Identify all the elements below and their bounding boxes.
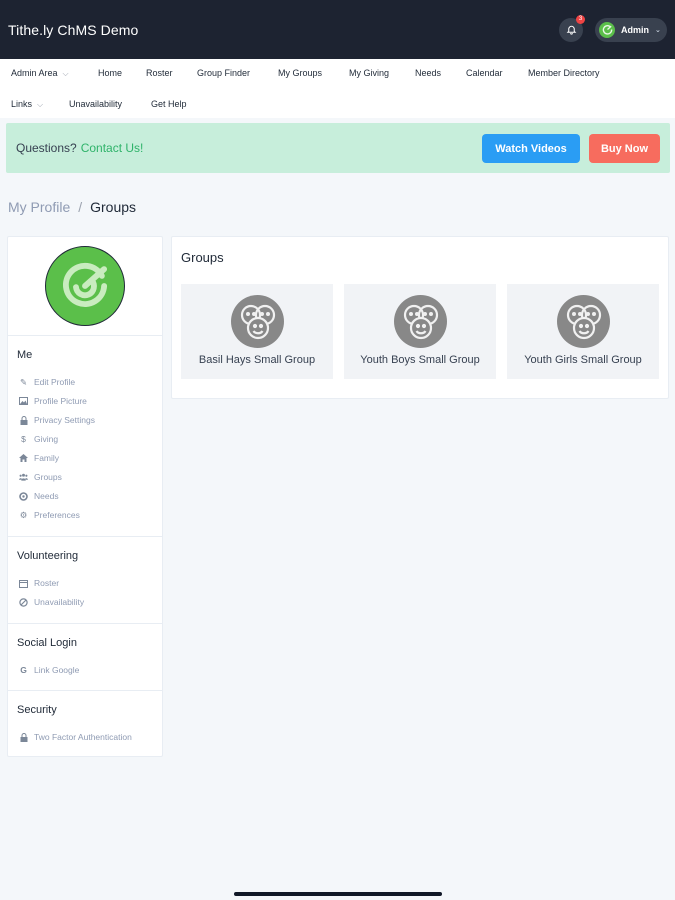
buy-now-button[interactable]: Buy Now bbox=[589, 134, 660, 163]
sidebar-heading-social-login: Social Login bbox=[17, 637, 77, 649]
nav-roster[interactable]: Roster bbox=[146, 68, 173, 78]
nav-unavailability[interactable]: Unavailability bbox=[69, 99, 122, 109]
sidebar-heading-me: Me bbox=[17, 349, 33, 361]
sidebar-item-two-factor[interactable]: Two Factor Authentication bbox=[19, 732, 132, 742]
nav-get-help[interactable]: Get Help bbox=[151, 99, 187, 109]
group-name: Youth Girls Small Group bbox=[524, 354, 642, 366]
sidebar-section-me: Me ✎ Edit Profile Profile Picture Privacy… bbox=[8, 336, 162, 537]
google-icon: G bbox=[20, 665, 27, 675]
notifications-button[interactable]: 3 bbox=[559, 14, 585, 42]
chevron-down-icon: ⌵ bbox=[37, 99, 44, 109]
group-icon bbox=[394, 295, 447, 348]
tithely-logo-icon bbox=[602, 25, 612, 35]
sidebar-item-needs[interactable]: Needs bbox=[19, 491, 59, 501]
sidebar-item-edit-profile[interactable]: ✎ Edit Profile bbox=[19, 376, 75, 388]
sidebar-item-unavailability[interactable]: Unavailability bbox=[19, 597, 84, 607]
sidebar-item-family[interactable]: Family bbox=[19, 453, 59, 463]
dollar-icon: $ bbox=[21, 434, 26, 444]
sidebar-item-profile-picture[interactable]: Profile Picture bbox=[19, 396, 87, 406]
sidebar-section-social-login: Social Login G Link Google bbox=[8, 624, 162, 691]
user-menu-button[interactable]: Admin ⌄ bbox=[595, 17, 667, 42]
sidebar-item-privacy-settings[interactable]: Privacy Settings bbox=[19, 415, 95, 425]
profile-picture-area bbox=[8, 237, 162, 336]
nav-links[interactable]: Links ⌵ bbox=[11, 99, 43, 110]
group-card[interactable]: Youth Boys Small Group bbox=[344, 284, 496, 379]
group-name: Basil Hays Small Group bbox=[198, 354, 316, 366]
chevron-down-icon: ⌄ bbox=[655, 26, 661, 34]
chevron-down-icon: ⌵ bbox=[62, 68, 69, 78]
home-icon bbox=[19, 454, 28, 463]
sidebar-heading-security: Security bbox=[17, 704, 57, 716]
sidebar-heading-volunteering: Volunteering bbox=[17, 550, 79, 562]
watch-videos-button[interactable]: Watch Videos bbox=[482, 134, 580, 163]
nav-admin-area[interactable]: Admin Area ⌵ bbox=[11, 68, 69, 79]
breadcrumb-separator: / bbox=[78, 199, 83, 215]
group-name: Youth Boys Small Group bbox=[360, 354, 480, 366]
image-icon bbox=[19, 397, 28, 406]
breadcrumb-my-profile[interactable]: My Profile bbox=[8, 199, 70, 215]
nav-my-giving[interactable]: My Giving bbox=[349, 68, 389, 78]
home-indicator[interactable] bbox=[234, 892, 442, 896]
sidebar-item-giving[interactable]: $ Giving bbox=[19, 434, 58, 444]
topbar-actions: 3 Admin ⌄ bbox=[559, 14, 667, 42]
ban-icon bbox=[19, 597, 28, 607]
group-card[interactable]: Youth Girls Small Group bbox=[507, 284, 659, 379]
profile-avatar[interactable] bbox=[45, 246, 125, 326]
lock-icon bbox=[19, 415, 28, 425]
life-ring-icon bbox=[19, 491, 28, 501]
calendar-icon bbox=[19, 579, 28, 588]
nav-member-directory[interactable]: Member Directory bbox=[528, 68, 600, 78]
group-icon bbox=[557, 295, 610, 348]
pencil-icon: ✎ bbox=[19, 376, 28, 387]
profile-sidebar: Me ✎ Edit Profile Profile Picture Privacy… bbox=[7, 236, 163, 757]
nav-my-groups[interactable]: My Groups bbox=[278, 68, 322, 78]
tithely-logo-icon bbox=[63, 262, 108, 307]
nav-needs[interactable]: Needs bbox=[415, 68, 441, 78]
sidebar-item-roster[interactable]: Roster bbox=[19, 578, 59, 588]
group-icon bbox=[231, 295, 284, 348]
groups-title: Groups bbox=[181, 250, 224, 265]
nav-home[interactable]: Home bbox=[98, 68, 122, 78]
sidebar-section-security: Security Two Factor Authentication bbox=[8, 691, 162, 757]
top-bar: Tithe.ly ChMS Demo 3 Admin ⌄ bbox=[0, 0, 675, 59]
sidebar-section-volunteering: Volunteering Roster Unavailability bbox=[8, 537, 162, 624]
banner-text: Questions? bbox=[16, 141, 77, 155]
lock-icon bbox=[19, 732, 28, 742]
app-title[interactable]: Tithe.ly ChMS Demo bbox=[8, 22, 138, 38]
breadcrumb: My Profile / Groups bbox=[8, 199, 136, 215]
gear-icon: ⚙ bbox=[19, 509, 28, 520]
bell-icon bbox=[566, 25, 576, 35]
nav-calendar[interactable]: Calendar bbox=[466, 68, 503, 78]
main-nav: Admin Area ⌵ Home Roster Group Finder My … bbox=[0, 59, 675, 118]
breadcrumb-current: Groups bbox=[90, 199, 137, 215]
sidebar-item-groups[interactable]: Groups bbox=[19, 472, 62, 482]
notification-badge: 3 bbox=[576, 14, 585, 24]
user-label: Admin bbox=[621, 24, 649, 35]
users-icon bbox=[19, 473, 28, 482]
help-banner: Questions? Contact Us! Watch Videos Buy … bbox=[6, 123, 670, 173]
contact-us-link[interactable]: Contact Us! bbox=[81, 141, 144, 155]
sidebar-item-preferences[interactable]: ⚙ Preferences bbox=[19, 509, 80, 521]
sidebar-item-link-google[interactable]: G Link Google bbox=[19, 665, 79, 675]
nav-group-finder[interactable]: Group Finder bbox=[197, 68, 250, 78]
groups-panel: Groups Basil Hays Small Group Youth Boys… bbox=[171, 236, 669, 399]
user-avatar bbox=[599, 21, 615, 38]
group-card[interactable]: Basil Hays Small Group bbox=[181, 284, 333, 379]
